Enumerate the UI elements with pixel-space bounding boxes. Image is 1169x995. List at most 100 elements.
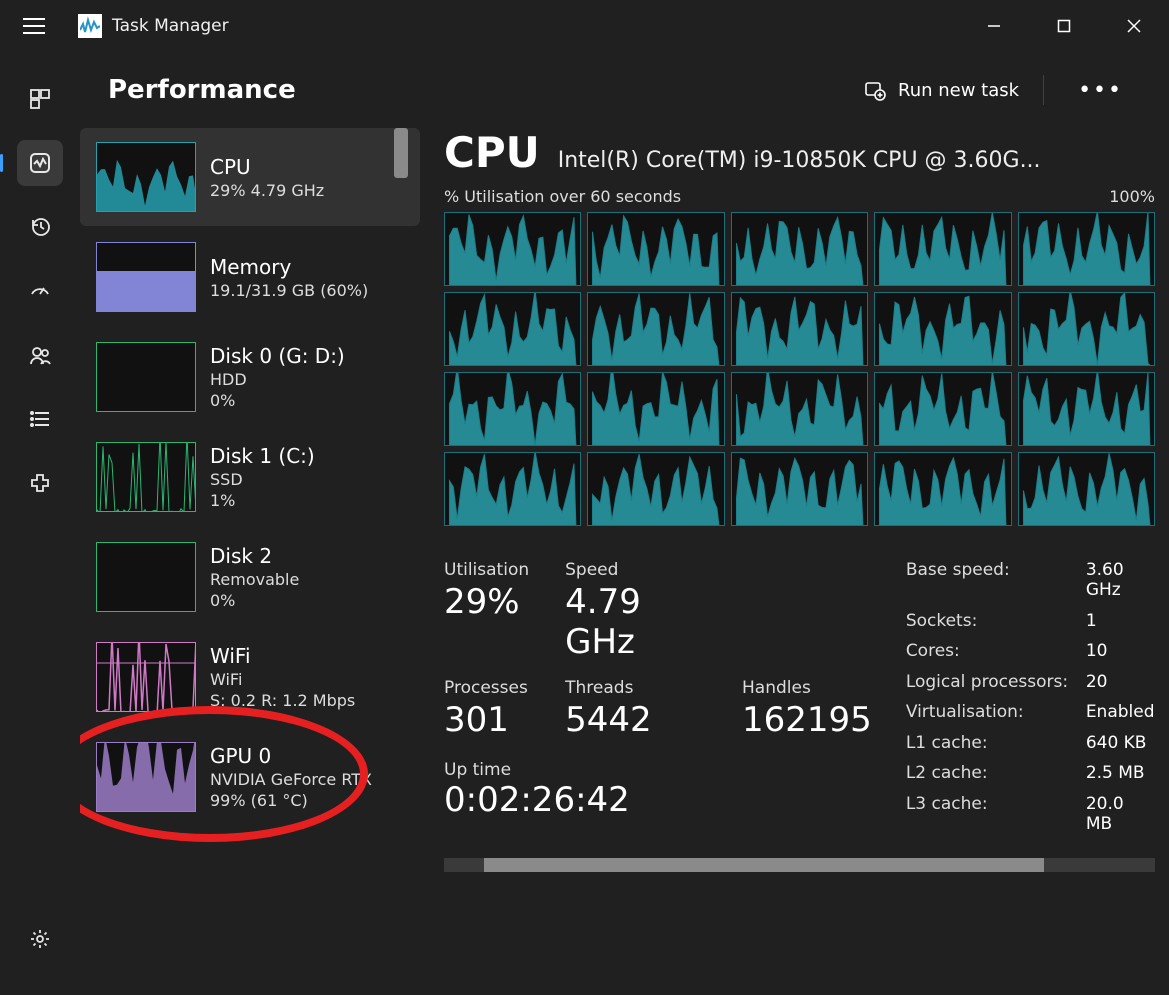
more-options-button[interactable]: ••• [1068,78,1133,103]
sidebar-item-title: Disk 2 [210,544,299,568]
sidebar-item-disk0[interactable]: Disk 0 (G: D:) HDD 0% [80,328,420,426]
spec-value: 20.0 MB [1086,794,1155,835]
value-processes: 301 [444,700,529,740]
core-chart-12 [731,372,868,446]
sidebar-item-sub1: WiFi [210,670,355,689]
core-chart-18 [874,452,1011,526]
core-chart-8 [874,292,1011,366]
sidebar-thumb-cpu [96,142,196,212]
sidebar-item-gpu0[interactable]: GPU 0 NVIDIA GeForce RTX 99% (61 °C) [80,728,420,826]
sidebar-item-sub1: SSD [210,470,315,489]
core-chart-17 [731,452,868,526]
core-chart-11 [587,372,724,446]
spec-key: Base speed: [906,560,1086,601]
value-utilisation: 29% [444,582,529,662]
sidebar-item-sub2: 99% (61 °C) [210,791,372,810]
close-button[interactable] [1099,6,1169,46]
nav-performance[interactable] [17,140,63,186]
sidebar-item-sub2: S: 0.2 R: 1.2 Mbps [210,691,355,710]
per-core-chart-grid [444,212,1155,526]
sidebar-item-sub2: 0% [210,591,299,610]
label-handles: Handles [742,678,872,698]
nav-users[interactable] [17,332,63,378]
value-speed: 4.79 GHz [565,582,706,662]
task-manager-app-icon [78,14,102,38]
app-title: Task Manager [112,16,229,36]
cpu-spec-table: Base speed:3.60 GHzSockets:1Cores:10Logi… [906,560,1155,834]
core-chart-5 [444,292,581,366]
core-chart-7 [731,292,868,366]
label-processes: Processes [444,678,529,698]
sidebar-item-sub1: HDD [210,370,345,389]
sidebar-thumb-wifi [96,642,196,712]
sidebar-item-title: CPU [210,155,324,179]
spec-value: 3.60 GHz [1086,560,1155,601]
sidebar-item-sub2: 1% [210,491,315,510]
spec-value: 1 [1086,611,1155,632]
core-chart-16 [587,452,724,526]
sidebar-item-disk1[interactable]: Disk 1 (C:) SSD 1% [80,428,420,526]
core-chart-10 [444,372,581,446]
hamburger-menu-button[interactable] [12,4,56,48]
sidebar-item-title: Disk 1 (C:) [210,444,315,468]
maximize-button[interactable] [1029,6,1099,46]
spec-value: 20 [1086,672,1155,693]
sidebar-item-wifi[interactable]: WiFi WiFi S: 0.2 R: 1.2 Mbps [80,628,420,726]
spec-key: L1 cache: [906,733,1086,754]
sidebar-item-title: Disk 0 (G: D:) [210,344,345,368]
sidebar-item-disk2[interactable]: Disk 2 Removable 0% [80,528,420,626]
label-utilisation: Utilisation [444,560,529,580]
core-chart-14 [1018,372,1155,446]
graph-label: % Utilisation over 60 seconds [444,187,681,206]
nav-processes[interactable] [17,76,63,122]
sidebar-item-sub1: 19.1/31.9 GB (60%) [210,281,368,300]
run-task-icon [864,79,886,101]
sidebar-item-memory[interactable]: Memory 19.1/31.9 GB (60%) [80,228,420,326]
sidebar-item-sub1: Removable [210,570,299,589]
divider [1043,75,1044,105]
sidebar-scrollbar[interactable] [394,128,408,948]
sidebar-thumb-disk2 [96,542,196,612]
nav-startup-apps[interactable] [17,268,63,314]
sidebar-item-sub1: 29% 4.79 GHz [210,181,324,200]
spec-value: 2.5 MB [1086,763,1155,784]
sidebar-item-sub2: 0% [210,391,345,410]
label-uptime: Up time [444,760,511,780]
run-new-task-button[interactable]: Run new task [864,79,1019,101]
cpu-model: Intel(R) Core(TM) i9-10850K CPU @ 3.60G.… [558,148,1041,173]
sidebar-item-title: GPU 0 [210,744,372,768]
core-chart-3 [874,212,1011,286]
run-new-task-label: Run new task [898,80,1019,101]
value-threads: 5442 [565,700,706,740]
value-uptime: 0:02:26:42 [444,780,872,820]
sidebar-thumb-disk1 [96,442,196,512]
sidebar-item-sub1: NVIDIA GeForce RTX [210,770,372,789]
spec-key: Virtualisation: [906,702,1086,723]
nav-app-history[interactable] [17,204,63,250]
sidebar-thumb-disk0 [96,342,196,412]
sidebar-item-cpu[interactable]: CPU 29% 4.79 GHz [80,128,420,226]
page-title: Performance [108,75,296,105]
spec-key: Logical processors: [906,672,1086,693]
nav-rail [0,52,80,992]
title-bar: Task Manager [0,0,1169,52]
nav-services[interactable] [17,460,63,506]
core-chart-4 [1018,212,1155,286]
minimize-button[interactable] [959,6,1029,46]
window-controls [959,6,1169,46]
sidebar-item-title: WiFi [210,644,355,668]
graph-max: 100% [1109,187,1155,206]
sidebar-item-title: Memory [210,255,368,279]
sidebar-thumb-memory [96,242,196,312]
core-chart-13 [874,372,1011,446]
spec-value: 10 [1086,641,1155,662]
core-chart-0 [444,212,581,286]
core-chart-2 [731,212,868,286]
detail-heading: CPU [444,128,540,177]
spec-key: L2 cache: [906,763,1086,784]
nav-settings[interactable] [17,916,63,962]
label-threads: Threads [565,678,706,698]
core-chart-6 [587,292,724,366]
nav-details[interactable] [17,396,63,442]
detail-horizontal-scrollbar[interactable] [444,858,1155,872]
